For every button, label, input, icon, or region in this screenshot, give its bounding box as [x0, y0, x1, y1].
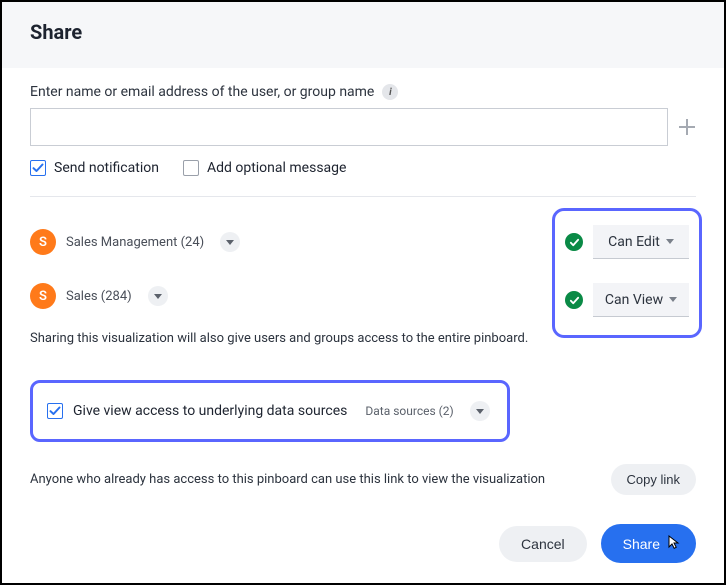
divider — [30, 196, 696, 197]
permission-select[interactable]: Can View — [593, 283, 689, 317]
group-name: Sales Management (24) — [66, 235, 204, 250]
share-link-text: Anyone who already has access to this pi… — [30, 472, 545, 487]
dialog-header: Share — [2, 2, 724, 68]
copy-link-button[interactable]: Copy link — [611, 464, 696, 495]
chevron-down-icon — [226, 240, 234, 245]
dialog-title: Share — [30, 20, 696, 44]
chevron-down-icon — [154, 294, 162, 299]
chevron-down-icon — [476, 409, 484, 414]
info-icon[interactable]: i — [382, 84, 398, 100]
data-sources-section: Give view access to underlying data sour… — [30, 380, 510, 442]
permission-select[interactable]: Can Edit — [593, 225, 689, 259]
optional-message-label: Add optional message — [207, 160, 347, 176]
cancel-button[interactable]: Cancel — [499, 526, 587, 562]
permission-value: Can Edit — [608, 234, 660, 250]
add-recipient-button[interactable] — [678, 118, 696, 136]
check-circle-icon — [565, 291, 583, 309]
permission-value: Can View — [605, 292, 663, 308]
share-dialog: Share Enter name or email address of the… — [0, 0, 726, 585]
data-sources-checkbox[interactable] — [47, 403, 63, 419]
group-expand-button[interactable] — [148, 286, 168, 306]
send-notification-label: Send notification — [54, 160, 159, 176]
send-notification-checkbox[interactable]: Send notification — [30, 160, 159, 176]
share-button[interactable]: Share — [601, 524, 696, 563]
avatar: S — [30, 229, 56, 255]
chevron-down-icon — [669, 297, 677, 302]
data-sources-expand-button[interactable] — [470, 401, 490, 421]
data-sources-count: Data sources (2) — [365, 404, 453, 418]
cursor-icon — [666, 534, 682, 553]
check-circle-icon — [565, 233, 583, 251]
avatar: S — [30, 283, 56, 309]
permissions-highlight: Can Edit Can View — [552, 208, 702, 338]
dialog-footer: Cancel Share — [499, 524, 696, 563]
recipient-input[interactable] — [30, 108, 668, 146]
data-sources-label: Give view access to underlying data sour… — [73, 403, 347, 419]
group-name: Sales (284) — [66, 289, 132, 304]
chevron-down-icon — [666, 239, 674, 244]
group-expand-button[interactable] — [220, 232, 240, 252]
optional-message-checkbox[interactable]: Add optional message — [183, 160, 347, 176]
share-button-label: Share — [623, 536, 660, 552]
recipient-label: Enter name or email address of the user,… — [30, 84, 374, 100]
